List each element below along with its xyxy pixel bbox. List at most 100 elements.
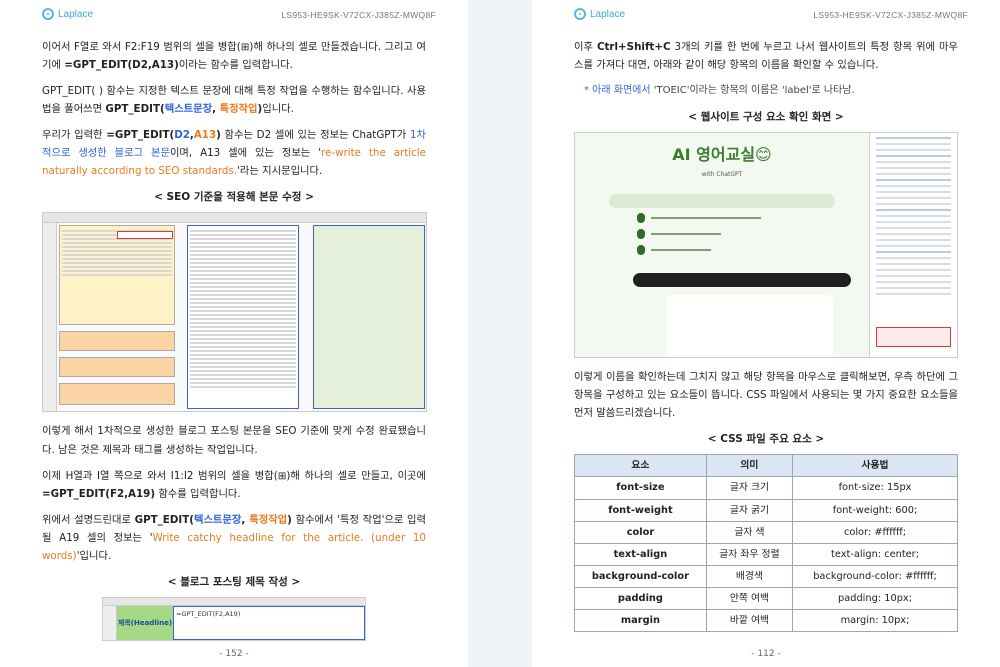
table-row: text-align 글자 좌우 정렬 text-align: center;: [574, 542, 958, 567]
text: 함수는 D2 셀에 있는 정보는 ChatGPT가: [220, 129, 410, 142]
option-row: [637, 228, 721, 239]
table-cell: color: #ffffff;: [792, 520, 958, 544]
figure-caption: < CSS 파일 주요 요소 >: [707, 432, 825, 445]
left-header: Laplace LS953-HE9SK-V72CX-J385Z-MWQ8F: [24, 8, 444, 28]
sep: ,: [212, 103, 220, 116]
text: 이어서 F열로 와서 F2:F19 범위의 셀을 병합(: [42, 41, 241, 53]
generate-button: [633, 272, 851, 287]
option-pill: [637, 212, 645, 223]
website-main-area: AI 영어교실😊 with ChatGPT: [575, 132, 869, 357]
page-number: - 152 -: [219, 649, 249, 659]
table-cell: color: [574, 520, 707, 544]
left-content: 이어서 F열로 와서 F2:F19 범위의 셀을 병합(⊞)해 하나의 셀로 만…: [42, 38, 427, 641]
seo-prompt-block: [59, 331, 175, 352]
column-header-row: [103, 597, 365, 606]
table-cell: 글자 좌우 정렬: [705, 542, 794, 567]
right-content: 이후 Ctrl+Shift+C 3개의 키를 한 번에 누르고 나서 웹사이트의…: [574, 38, 958, 633]
text: 이제 H열과 I열 쪽으로 와서 I1:I2 범위의 셀을 병합(: [42, 469, 278, 482]
option-pill: [637, 244, 645, 255]
table-cell: font-size: 15px: [792, 476, 958, 500]
paragraph: 이어서 F열로 와서 F2:F19 범위의 셀을 병합(⊞)해 하나의 셀로 만…: [42, 38, 426, 74]
doc-code: LS953-HE9SK-V72CX-J385Z-MWQ8F: [813, 10, 968, 20]
note-prefix: * 아래 화면에서: [584, 85, 654, 97]
right-header: Laplace LS953-HE9SK-V72CX-J385Z-MWQ8F: [556, 8, 976, 28]
text: 우리가 입력한: [42, 129, 107, 142]
headline-formula-cell: =GPT_EDIT(F2,A19): [173, 605, 365, 640]
text: '입니다.: [76, 549, 112, 562]
table-cell: text-align: center;: [792, 542, 958, 567]
generated-article-cell: [187, 225, 299, 410]
website-screenshot: AI 영어교실😊 with ChatGPT: [574, 131, 958, 358]
formula: =GPT_EDIT(: [106, 129, 175, 142]
brand-name: Laplace: [58, 8, 94, 20]
spreadsheet-screenshot: [42, 212, 427, 413]
right-page: Laplace LS953-HE9SK-V72CX-J385Z-MWQ8F 이후…: [532, 0, 1000, 667]
formula: GPT_EDIT(: [134, 513, 194, 526]
arg-task: 특정작업: [249, 513, 288, 526]
devtools-panel: [869, 132, 957, 357]
table-cell: background-color: #ffffff;: [792, 565, 958, 589]
web-title: AI 영어교실😊: [672, 144, 772, 164]
tag-prompt-block: [59, 357, 175, 378]
table-cell: font-weight: [574, 498, 707, 522]
paragraph: 이후 Ctrl+Shift+C 3개의 키를 한 번에 누르고 나서 웹사이트의…: [574, 38, 958, 74]
topic-cell: [117, 231, 173, 240]
table-cell: padding: [574, 587, 707, 611]
option-row: [637, 212, 761, 223]
headline-sheet-screenshot: 제목(Headline) =GPT_EDIT(F2,A19): [102, 596, 366, 641]
table-cell: 배경색: [705, 565, 794, 589]
option-row: [637, 244, 711, 255]
formula: =GPT_EDIT(F2,A19): [42, 487, 156, 500]
table-row: color 글자 색 color: #ffffff;: [574, 520, 958, 544]
table-cell: font-size: [574, 476, 707, 500]
table-header: 사용법: [792, 454, 958, 478]
paragraph: 위에서 설명드린대로 GPT_EDIT(텍스트문장, 특정작업) 함수에서 '특…: [42, 511, 426, 565]
table-header-row: 요소 의미 사용법: [574, 454, 958, 478]
paragraph: 이렇게 해서 1차적으로 생성한 블로그 포스팅 본문을 SEO 기준에 맞게 …: [42, 425, 426, 456]
table-row: font-size 글자 크기 font-size: 15px: [574, 476, 958, 500]
formula: =GPT_EDIT(D2,A13): [64, 59, 179, 72]
table-header: 의미: [705, 454, 794, 478]
brand-logo: Laplace: [574, 8, 625, 20]
text: 위에서 설명드린대로: [42, 513, 135, 526]
table-cell: 안쪽 여백: [705, 587, 794, 611]
table-cell: 바깥 여백: [705, 609, 794, 633]
formula: GPT_EDIT(: [105, 103, 165, 116]
table-row: background-color 배경색 background-color: #ff…: [574, 565, 958, 589]
arg-text: 텍스트문장: [193, 513, 242, 526]
row-header-column: [43, 223, 57, 412]
laplace-logo-icon: [574, 8, 586, 20]
table-row: padding 안쪽 여백 padding: 10px;: [574, 587, 958, 611]
column-header-row: [43, 213, 426, 224]
brand-logo: Laplace: [42, 8, 93, 20]
table-cell: padding: 10px;: [792, 587, 958, 611]
paragraph: 우리가 입력한 =GPT_EDIT(D2,A13) 함수는 D2 셀에 있는 정…: [42, 126, 426, 180]
brand-name: Laplace: [590, 8, 626, 20]
table-cell: 글자 크기: [705, 476, 794, 500]
text: 함수를 입력합니다.: [155, 487, 241, 500]
text: 이후: [574, 41, 597, 53]
table-row: margin 바깥 여백 margin: 10px;: [574, 609, 958, 633]
option-pill: [637, 228, 645, 239]
shortcut-keys: Ctrl+Shift+C: [596, 41, 671, 53]
ref-d2: D2: [174, 129, 190, 142]
table-cell: 글자 굵기: [705, 498, 794, 522]
laplace-logo-icon: [42, 8, 54, 20]
table-header: 요소: [574, 454, 707, 478]
headline-label-cell: 제목(Headline): [117, 605, 173, 640]
paragraph: 이제 H열과 I열 쪽으로 와서 I1:I2 범위의 셀을 병합(⊞)해 하나의…: [42, 467, 426, 503]
table-row: font-weight 글자 굵기 font-weight: 600;: [574, 498, 958, 522]
text: 이며, A13 셀에 있는 정보는 ': [169, 147, 322, 160]
row-header-column: [103, 605, 117, 640]
figure-caption: < SEO 기준을 적용해 본문 수정 >: [154, 191, 314, 204]
table-cell: margin: [574, 609, 707, 633]
arg-task: 특정작업: [219, 103, 258, 116]
left-page: Laplace LS953-HE9SK-V72CX-J385Z-MWQ8F 이어…: [0, 0, 468, 667]
arg-text: 텍스트문장: [164, 103, 213, 116]
web-subtitle: with ChatGPT: [701, 170, 743, 178]
paragraph: GPT_EDIT( ) 함수는 지정한 텍스트 문장에 대해 특정 작업을 수행…: [42, 82, 426, 118]
paragraph: 이렇게 이름을 확인하는데 그치지 않고 해당 항목을 마우스로 클릭해보면, …: [574, 370, 958, 419]
text: '라는 지시문입니다.: [237, 165, 323, 178]
text: )해 하나의 셀로 만들고, 이곳에: [286, 469, 427, 482]
settings-block: [59, 225, 175, 326]
